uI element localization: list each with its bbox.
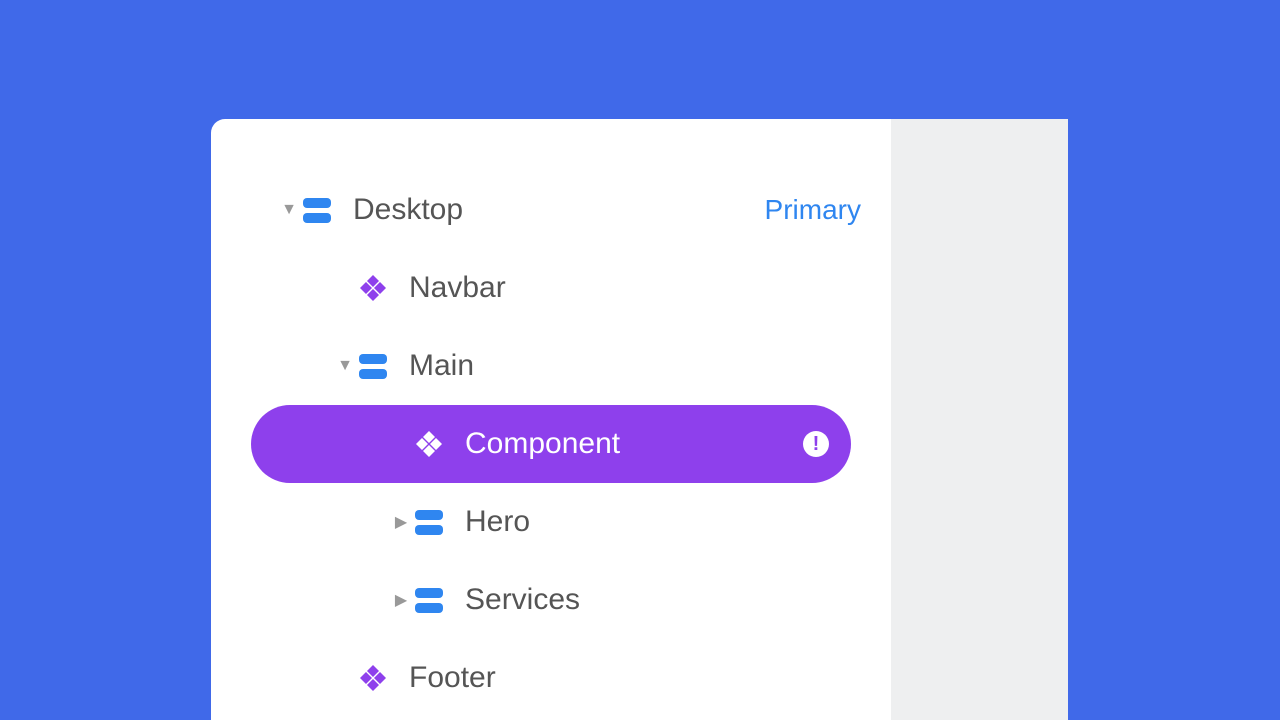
tree-item-label: Component <box>465 427 620 461</box>
tree-item-desktop[interactable]: ▼ Desktop Primary <box>211 171 891 249</box>
breakpoint-badge[interactable]: Primary <box>765 194 861 226</box>
component-icon <box>411 429 447 459</box>
caret-down-icon[interactable]: ▼ <box>279 201 299 219</box>
tree-item-component[interactable]: Component ! <box>251 405 851 483</box>
tree-item-label: Desktop <box>353 193 463 227</box>
tree-item-label: Navbar <box>409 271 506 305</box>
component-icon <box>355 663 391 693</box>
alert-icon[interactable]: ! <box>803 431 829 457</box>
tree-item-label: Footer <box>409 661 496 695</box>
tree-item-services[interactable]: ▶ Services <box>211 561 891 639</box>
section-icon <box>299 198 335 223</box>
caret-down-icon[interactable]: ▼ <box>335 357 355 375</box>
section-icon <box>355 354 391 379</box>
tree-item-main[interactable]: ▼ Main <box>211 327 891 405</box>
tree-item-navbar[interactable]: Navbar <box>211 249 891 327</box>
caret-right-icon[interactable]: ▶ <box>391 590 411 610</box>
layers-panel: ▼ Desktop Primary Navbar ▼ <box>211 119 1068 720</box>
tree-item-footer[interactable]: Footer <box>211 639 891 717</box>
tree-item-label: Main <box>409 349 474 383</box>
tree-item-label: Services <box>465 583 580 617</box>
component-icon <box>355 273 391 303</box>
tree-column: ▼ Desktop Primary Navbar ▼ <box>211 119 891 720</box>
properties-panel <box>891 119 1068 720</box>
tree-item-label: Hero <box>465 505 530 539</box>
tree-item-hero[interactable]: ▶ Hero <box>211 483 891 561</box>
caret-right-icon[interactable]: ▶ <box>391 512 411 532</box>
section-icon <box>411 588 447 613</box>
section-icon <box>411 510 447 535</box>
